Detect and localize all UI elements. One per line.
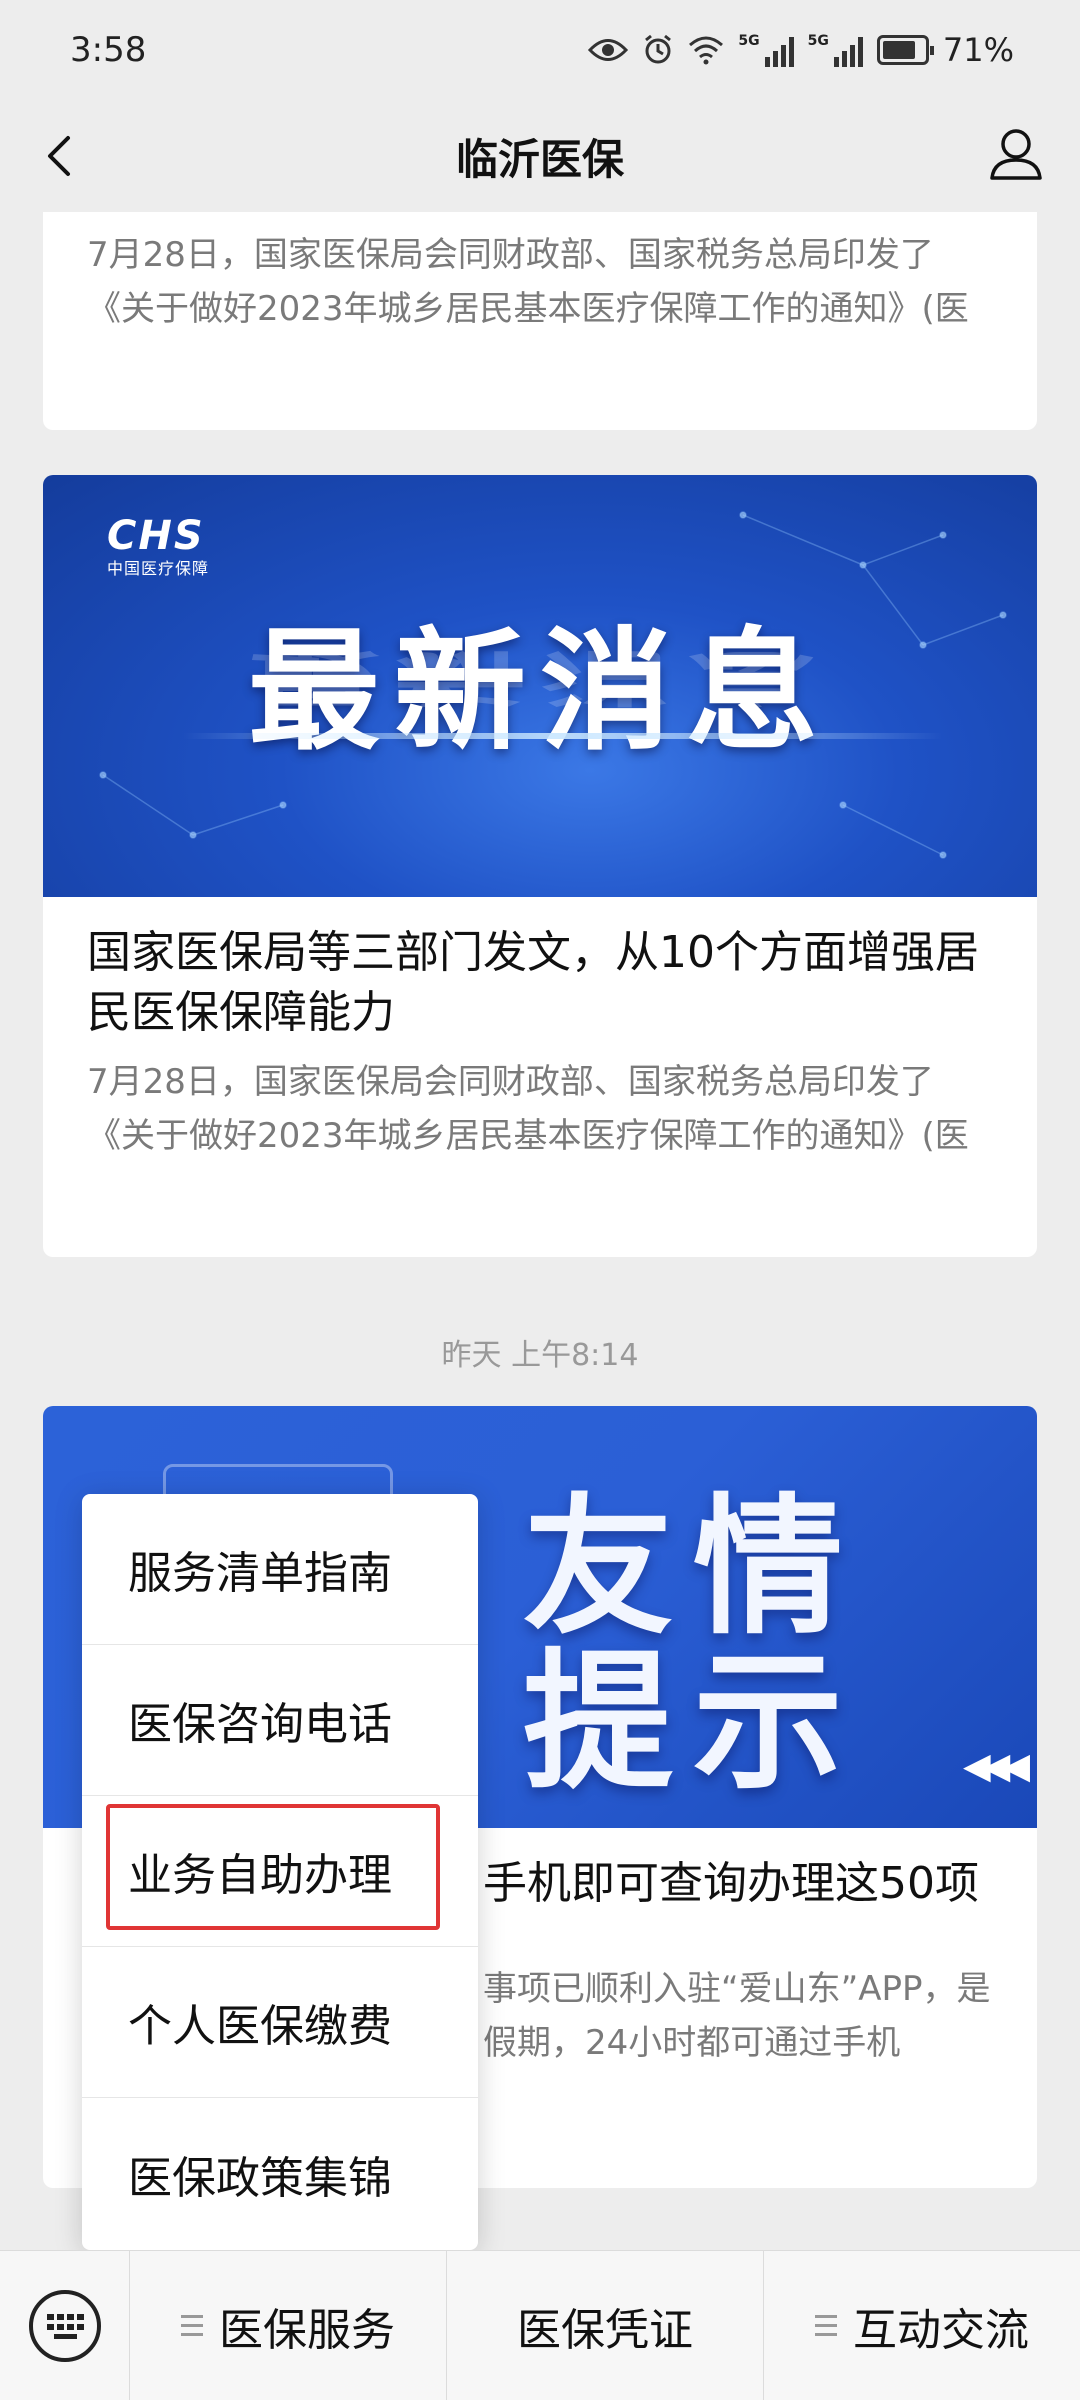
battery-level: 71% [942,31,1014,69]
wifi-icon [689,36,724,65]
rewind-arrows-icon: ◀◀◀ [963,1746,1030,1787]
nav-medical-certificate[interactable]: 医保凭证 [447,2250,764,2400]
signal-1-icon: 5G [738,33,794,67]
status-bar: 3:58 5G 5G 71% [0,0,1080,100]
chs-logo: CHS 中国医疗保障 [107,513,210,578]
menu-lines-icon [181,2315,203,2336]
profile-button[interactable] [982,120,1050,188]
chevron-left-icon [48,136,70,176]
nav-label: 医保服务 [219,2304,395,2356]
user-icon [990,129,1042,180]
menu-lines-icon [815,2315,837,2336]
status-time: 3:58 [70,30,147,70]
message-timestamp: 昨天 上午8:14 [441,1338,639,1373]
bottom-menu-bar: 医保服务 医保凭证 互动交流 [0,2250,1080,2400]
keyboard-icon [28,2289,101,2362]
article-card-news[interactable]: CHS 中国医疗保障 最新消息 最新消息 国家医保局等三部门发文，从10个方面增… [43,475,1037,1257]
app-header: 临沂医保 [0,100,1080,212]
signal-2-icon: 5G [808,33,863,67]
menu-item-service-guide[interactable]: 服务清单指南 [82,1494,478,1645]
menu-item-consult-phone[interactable]: 医保咨询电话 [82,1645,478,1796]
article-summary: 7月28日，国家医保局会同财政部、国家税务总局印发了《关于做好2023年城乡居民… [87,1062,969,1156]
back-button[interactable] [30,124,94,188]
menu-item-self-service[interactable]: 业务自助办理 [82,1796,478,1947]
keyboard-toggle-button[interactable] [0,2250,130,2400]
article-banner-image: CHS 中国医疗保障 最新消息 最新消息 [43,475,1037,897]
article-card-previous[interactable]: 7月28日，国家医保局会同财政部、国家税务总局印发了《关于做好2023年城乡居民… [43,212,1037,430]
nav-interaction[interactable]: 互动交流 [764,2251,1080,2400]
article-summary: 7月28日，国家医保局会同财政部、国家税务总局印发了《关于做好2023年城乡居民… [87,235,969,329]
menu-item-policy-collection[interactable]: 医保政策集锦 [82,2098,478,2249]
menu-item-personal-payment[interactable]: 个人医保缴费 [82,1947,478,2098]
page-title: 临沂医保 [455,134,624,184]
service-popup-menu: 服务清单指南 医保咨询电话 业务自助办理 个人医保缴费 医保政策集锦 [82,1494,478,2250]
banner-title-reflection: 最新消息 [248,642,832,712]
battery-icon [876,35,934,65]
eye-icon [588,39,629,61]
nav-medical-service[interactable]: 医保服务 [130,2250,447,2400]
banner-glow-line [183,733,943,739]
status-icons: 5G 5G 71% [588,31,1014,69]
banner-title-line2: 提示 [523,1634,864,1810]
alarm-icon [645,34,672,64]
article-headline: 国家医保局等三部门发文，从10个方面增强居民医保保障能力 [87,927,979,1038]
nav-label: 互动交流 [853,2304,1029,2356]
nav-label: 医保凭证 [517,2304,693,2356]
